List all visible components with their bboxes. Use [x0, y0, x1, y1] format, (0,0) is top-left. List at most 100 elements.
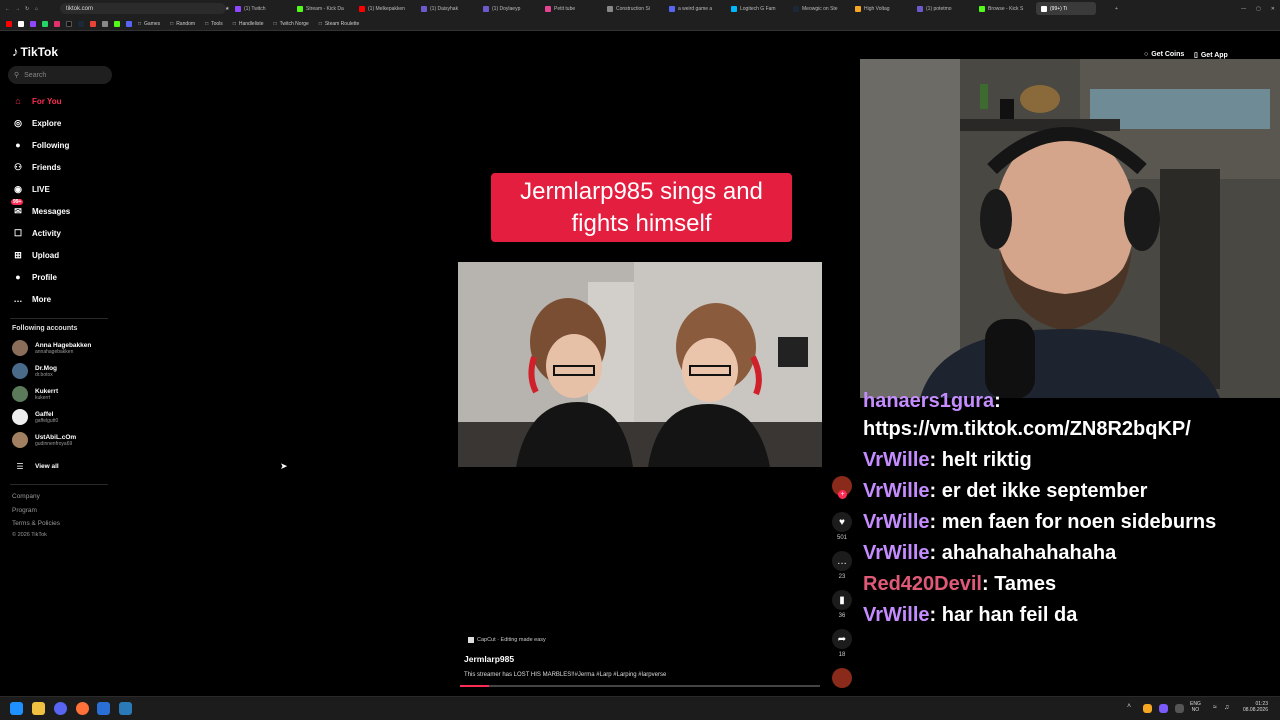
- share-button[interactable]: ➦ 18: [832, 629, 852, 658]
- browser-tab[interactable]: High Voltag: [850, 2, 910, 15]
- follow-plus-icon[interactable]: +: [838, 490, 847, 499]
- bookmark-item[interactable]: □ Random: [170, 21, 195, 27]
- tray-icon[interactable]: [1159, 704, 1168, 713]
- youtube-icon[interactable]: [6, 20, 12, 27]
- creator-avatar[interactable]: +: [832, 476, 852, 499]
- new-tab-icon[interactable]: +: [1110, 2, 1120, 15]
- browser-tab[interactable]: (99+) Ti: [1036, 2, 1096, 15]
- footer-link[interactable]: Terms & Policies: [12, 520, 60, 527]
- instagram-icon[interactable]: [54, 20, 60, 27]
- capcut-tag[interactable]: CapCut · Editing made easy: [468, 637, 546, 643]
- tray-icon[interactable]: [1143, 704, 1152, 713]
- steam-icon[interactable]: [78, 20, 84, 27]
- following-account[interactable]: Gaffel gaffelgutt0: [12, 407, 58, 427]
- video-player[interactable]: [458, 262, 822, 467]
- get-coins-button[interactable]: ○ Get Coins: [1144, 51, 1184, 58]
- get-app-button[interactable]: ▯ Get App: [1194, 51, 1228, 60]
- nav-item-profile[interactable]: ● Profile: [12, 270, 57, 284]
- bookmark-folders: □ Games □ Random □ Tools □ Handleliste □ Twitch N…: [138, 21, 359, 27]
- bookmark-item[interactable]: □ Steam Roulette: [319, 21, 360, 27]
- like-button[interactable]: ♥ 501: [832, 512, 852, 541]
- discord-icon[interactable]: [126, 20, 132, 27]
- music-disc[interactable]: [832, 668, 852, 688]
- discord-icon[interactable]: [54, 702, 67, 715]
- bookmark-icon: ▮: [832, 590, 852, 610]
- browser-tab[interactable]: (1) potetmo: [912, 2, 972, 15]
- close-window-icon[interactable]: ✕: [1266, 2, 1280, 15]
- browser-tab[interactable]: Browse - Kick S: [974, 2, 1034, 15]
- browser-tab[interactable]: Petit tube: [540, 2, 600, 15]
- app-icon[interactable]: [97, 702, 110, 715]
- twitch-icon[interactable]: [30, 20, 36, 27]
- browser-tab[interactable]: (1) Melkepakken: [354, 2, 414, 15]
- whatsapp-icon[interactable]: [42, 20, 48, 27]
- search-input[interactable]: ⚲ Search: [8, 66, 112, 84]
- reload-icon[interactable]: ↻: [20, 2, 30, 15]
- chat-text: https://vm.tiktok.com/ZN8R2bqKP/: [863, 418, 1191, 440]
- chat-username: VrWille: [863, 542, 930, 564]
- volume-icon[interactable]: ♫: [1224, 704, 1229, 711]
- tab-label: (1) Daisyhak: [430, 5, 459, 12]
- browser-tab[interactable]: Construction Si: [602, 2, 662, 15]
- nav-item-following[interactable]: ● Following: [12, 138, 69, 152]
- save-button[interactable]: ▮ 36: [832, 590, 852, 619]
- nav-item-friends[interactable]: ⚇ Friends: [12, 160, 61, 174]
- steam-icon[interactable]: [119, 702, 132, 715]
- browser-tab[interactable]: (1) Twitch: [230, 2, 290, 15]
- chat-separator: :: [994, 390, 1001, 412]
- browser-tab[interactable]: (1) Daisyhak: [416, 2, 476, 15]
- browser-tab[interactable]: (1) Doylaeyp: [478, 2, 538, 15]
- file-explorer-icon[interactable]: [32, 702, 45, 715]
- following-account[interactable]: UstAbiL.cOm gudinnenfroya69: [12, 430, 76, 450]
- browser-tab[interactable]: a weird game a: [664, 2, 724, 15]
- minimize-icon[interactable]: —: [1236, 2, 1251, 15]
- nav-item-messages[interactable]: ✉ 99+ Messages: [11, 199, 70, 218]
- footer-link[interactable]: Program: [12, 507, 37, 514]
- chat-text: ahahahahahahaha: [941, 542, 1117, 564]
- browser-tab[interactable]: Logitech G Fam: [726, 2, 786, 15]
- forward-icon[interactable]: →: [10, 2, 20, 15]
- nav-item-explore[interactable]: ◎ Explore: [12, 116, 61, 130]
- language-indicator[interactable]: ENG NO: [1190, 701, 1201, 713]
- chevron-up-icon[interactable]: ˄: [1127, 703, 1131, 710]
- following-account[interactable]: Kukerrt kukerrt: [12, 384, 58, 404]
- gmail-icon[interactable]: [90, 20, 96, 27]
- following-account[interactable]: Anna Hagebakken annahagebakken: [12, 338, 91, 358]
- bookmark-item[interactable]: □ Tools: [205, 21, 223, 27]
- bookmark-item[interactable]: □ Games: [138, 21, 160, 27]
- address-bar[interactable]: tiktok.com: [60, 3, 226, 14]
- account-text: Kukerrt kukerrt: [35, 388, 58, 401]
- tiktok-logo[interactable]: ♪ TikTok: [12, 44, 58, 59]
- nav-item-live[interactable]: ◉ LIVE: [12, 182, 50, 196]
- search-icon: ⚲: [14, 72, 20, 79]
- comment-count: 23: [838, 574, 846, 580]
- tiktok-icon[interactable]: [66, 20, 72, 27]
- browser-tab[interactable]: Stream - Kick Da: [292, 2, 352, 15]
- video-progress-track[interactable]: [460, 685, 820, 687]
- kick-icon[interactable]: [114, 20, 120, 27]
- nav-item-activity[interactable]: ☐ Activity: [12, 226, 61, 240]
- mic-icon[interactable]: [1175, 704, 1184, 713]
- nav-item-more[interactable]: … More: [12, 292, 52, 306]
- video-author[interactable]: Jermlarp985: [464, 654, 514, 664]
- nav-item-upload[interactable]: ⊞ Upload: [12, 248, 59, 262]
- clock[interactable]: 01:23 08.08.2026: [1238, 701, 1268, 713]
- x-icon[interactable]: [18, 20, 24, 27]
- comment-button[interactable]: … 23: [832, 551, 852, 580]
- bookmark-label: Games: [144, 20, 161, 27]
- footer-link[interactable]: Company: [12, 493, 40, 500]
- browser-tab[interactable]: Meowgic on Ste: [788, 2, 848, 15]
- nav-item-for-you[interactable]: ⌂ For You: [12, 94, 61, 108]
- wifi-icon[interactable]: ≈: [1213, 704, 1217, 711]
- home-icon[interactable]: ⌂: [30, 2, 40, 15]
- avatar: [12, 340, 28, 356]
- bookmark-item[interactable]: □ Handleliste: [233, 21, 264, 27]
- maximize-icon[interactable]: ▢: [1251, 2, 1266, 15]
- following-account[interactable]: Dr.Mog dr.botox: [12, 361, 57, 381]
- back-icon[interactable]: ←: [0, 2, 10, 15]
- extension-icon[interactable]: [102, 20, 108, 27]
- firefox-icon[interactable]: [76, 702, 89, 715]
- view-all-button[interactable]: ☰ View all: [12, 456, 58, 476]
- windows-start-icon[interactable]: [10, 702, 23, 715]
- bookmark-item[interactable]: □ Twitch Norge: [274, 21, 309, 27]
